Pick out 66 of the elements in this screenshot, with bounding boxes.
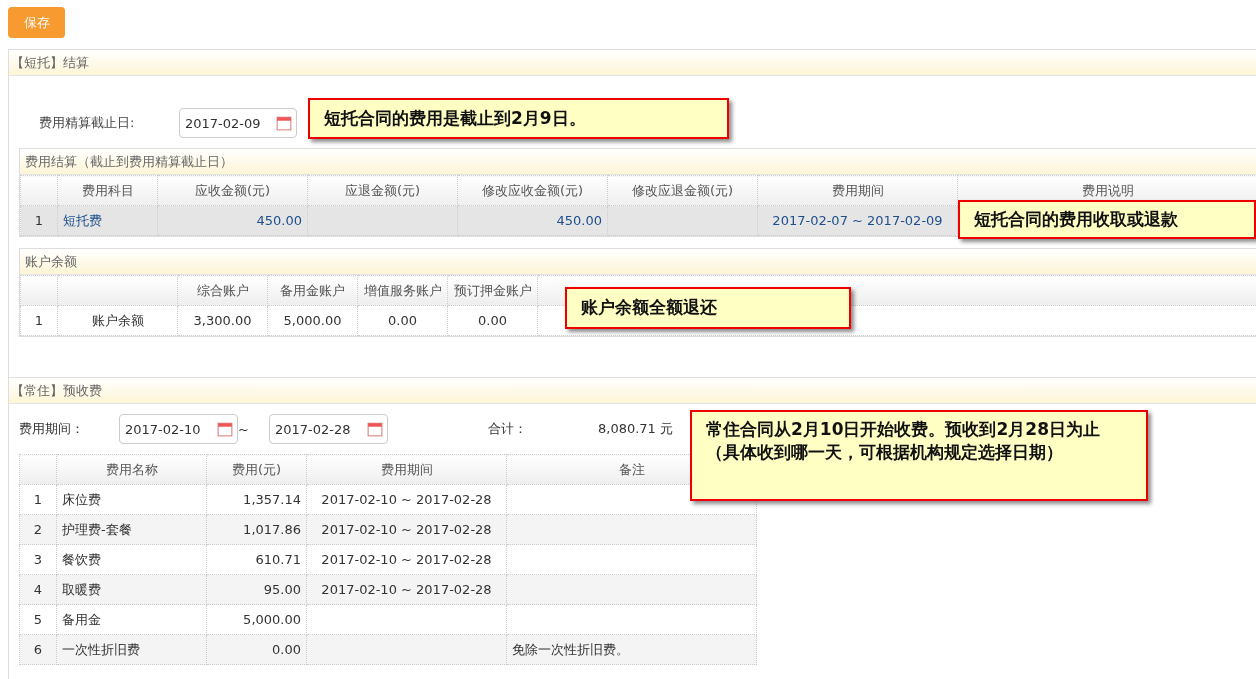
table-cell: 账户余额 bbox=[91, 312, 144, 328]
table-cell: 3 bbox=[33, 552, 43, 567]
table-cell: 免除一次性折旧费。 bbox=[512, 641, 629, 657]
range-separator: ~ bbox=[238, 421, 250, 437]
column-header: 增值服务账户 bbox=[357, 275, 448, 306]
date-field[interactable]: 2017-02-10 bbox=[119, 414, 238, 444]
panel-title: 账户余额 bbox=[25, 252, 77, 271]
column-header: 费用(元) bbox=[206, 454, 307, 485]
table-cell: 取暖费 bbox=[62, 581, 101, 597]
calendar-icon bbox=[367, 421, 383, 437]
table-cell: 2017-02-10 ~ 2017-02-28 bbox=[321, 582, 492, 597]
table-cell: 餐饮费 bbox=[62, 551, 101, 567]
table-cell: 450.00 bbox=[256, 213, 302, 228]
table-cell: 6 bbox=[33, 642, 43, 657]
calendar-icon bbox=[217, 421, 233, 437]
table-cell: 0.00 bbox=[388, 313, 417, 328]
table-cell: 床位费 bbox=[62, 491, 101, 507]
total-label: 合计： bbox=[488, 420, 528, 438]
callout-note: 常住合同从2月10日开始收费。预收到2月28日为止（具体收到哪一天，可根据机构规定选择日期） bbox=[690, 410, 1148, 501]
table-cell: 5,000.00 bbox=[243, 612, 301, 627]
column-header: 应退金额(元) bbox=[307, 175, 458, 206]
callout-note: 短托合同的费用收取或退款 bbox=[958, 200, 1256, 239]
column-header: 修改应退金额(元) bbox=[607, 175, 758, 206]
table-cell: 450.00 bbox=[556, 213, 602, 228]
table-cell: 2017-02-07 ~ 2017-02-09 bbox=[772, 213, 943, 228]
callout-note: 短托合同的费用是截止到2月9日。 bbox=[308, 98, 729, 139]
column-header: 费用名称 bbox=[56, 454, 207, 485]
table-cell: 1 bbox=[34, 313, 44, 328]
date-field[interactable]: 2017-02-09 bbox=[179, 108, 297, 138]
table-cell: 1,017.86 bbox=[243, 522, 301, 537]
field-label: 费用期间： bbox=[19, 420, 85, 438]
table-cell: 610.71 bbox=[255, 552, 301, 567]
date-field[interactable]: 2017-02-28 bbox=[269, 414, 388, 444]
table-cell: 2017-02-10 ~ 2017-02-28 bbox=[321, 522, 492, 537]
table-cell: 4 bbox=[33, 582, 43, 597]
table-cell: 一次性折旧费 bbox=[62, 641, 140, 657]
table-cell: 短托费 bbox=[63, 212, 102, 228]
table-cell: 1 bbox=[34, 213, 44, 228]
table-cell: 95.00 bbox=[263, 582, 301, 597]
field-label: 费用精算截止日: bbox=[38, 114, 136, 132]
total-value: 8,080.71 元 bbox=[598, 420, 674, 438]
table-cell: 2 bbox=[33, 522, 43, 537]
table-cell: 备用金 bbox=[62, 611, 101, 627]
table-cell: 5 bbox=[33, 612, 43, 627]
table-cell: 0.00 bbox=[272, 642, 301, 657]
panel-title: 费用结算（截止到费用精算截止日） bbox=[25, 152, 233, 171]
callout-note: 账户余额全额退还 bbox=[565, 287, 851, 329]
table-cell: 5,000.00 bbox=[283, 313, 342, 328]
column-header: 费用期间 bbox=[757, 175, 958, 206]
column-header: 预订押金账户 bbox=[447, 275, 538, 306]
table-cell: 3,300.00 bbox=[193, 313, 252, 328]
section-title: 【短托】结算 bbox=[11, 53, 89, 72]
table-cell: 1 bbox=[33, 492, 43, 507]
table-cell: 护理费-套餐 bbox=[62, 521, 132, 537]
table-cell: 1,357.14 bbox=[243, 492, 301, 507]
table-cell: 0.00 bbox=[478, 313, 507, 328]
table-cell: 2017-02-10 ~ 2017-02-28 bbox=[321, 552, 492, 567]
column-header: 费用期间 bbox=[306, 454, 507, 485]
column-header: 备用金账户 bbox=[267, 275, 358, 306]
column-header: 综合账户 bbox=[177, 275, 268, 306]
table-cell: 2017-02-10 ~ 2017-02-28 bbox=[321, 492, 492, 507]
section-title: 【常住】预收费 bbox=[11, 381, 102, 400]
column-header: 费用科目 bbox=[57, 175, 158, 206]
calendar-icon bbox=[276, 115, 292, 131]
column-header: 修改应收金额(元) bbox=[457, 175, 608, 206]
column-header: 应收金额(元) bbox=[157, 175, 308, 206]
